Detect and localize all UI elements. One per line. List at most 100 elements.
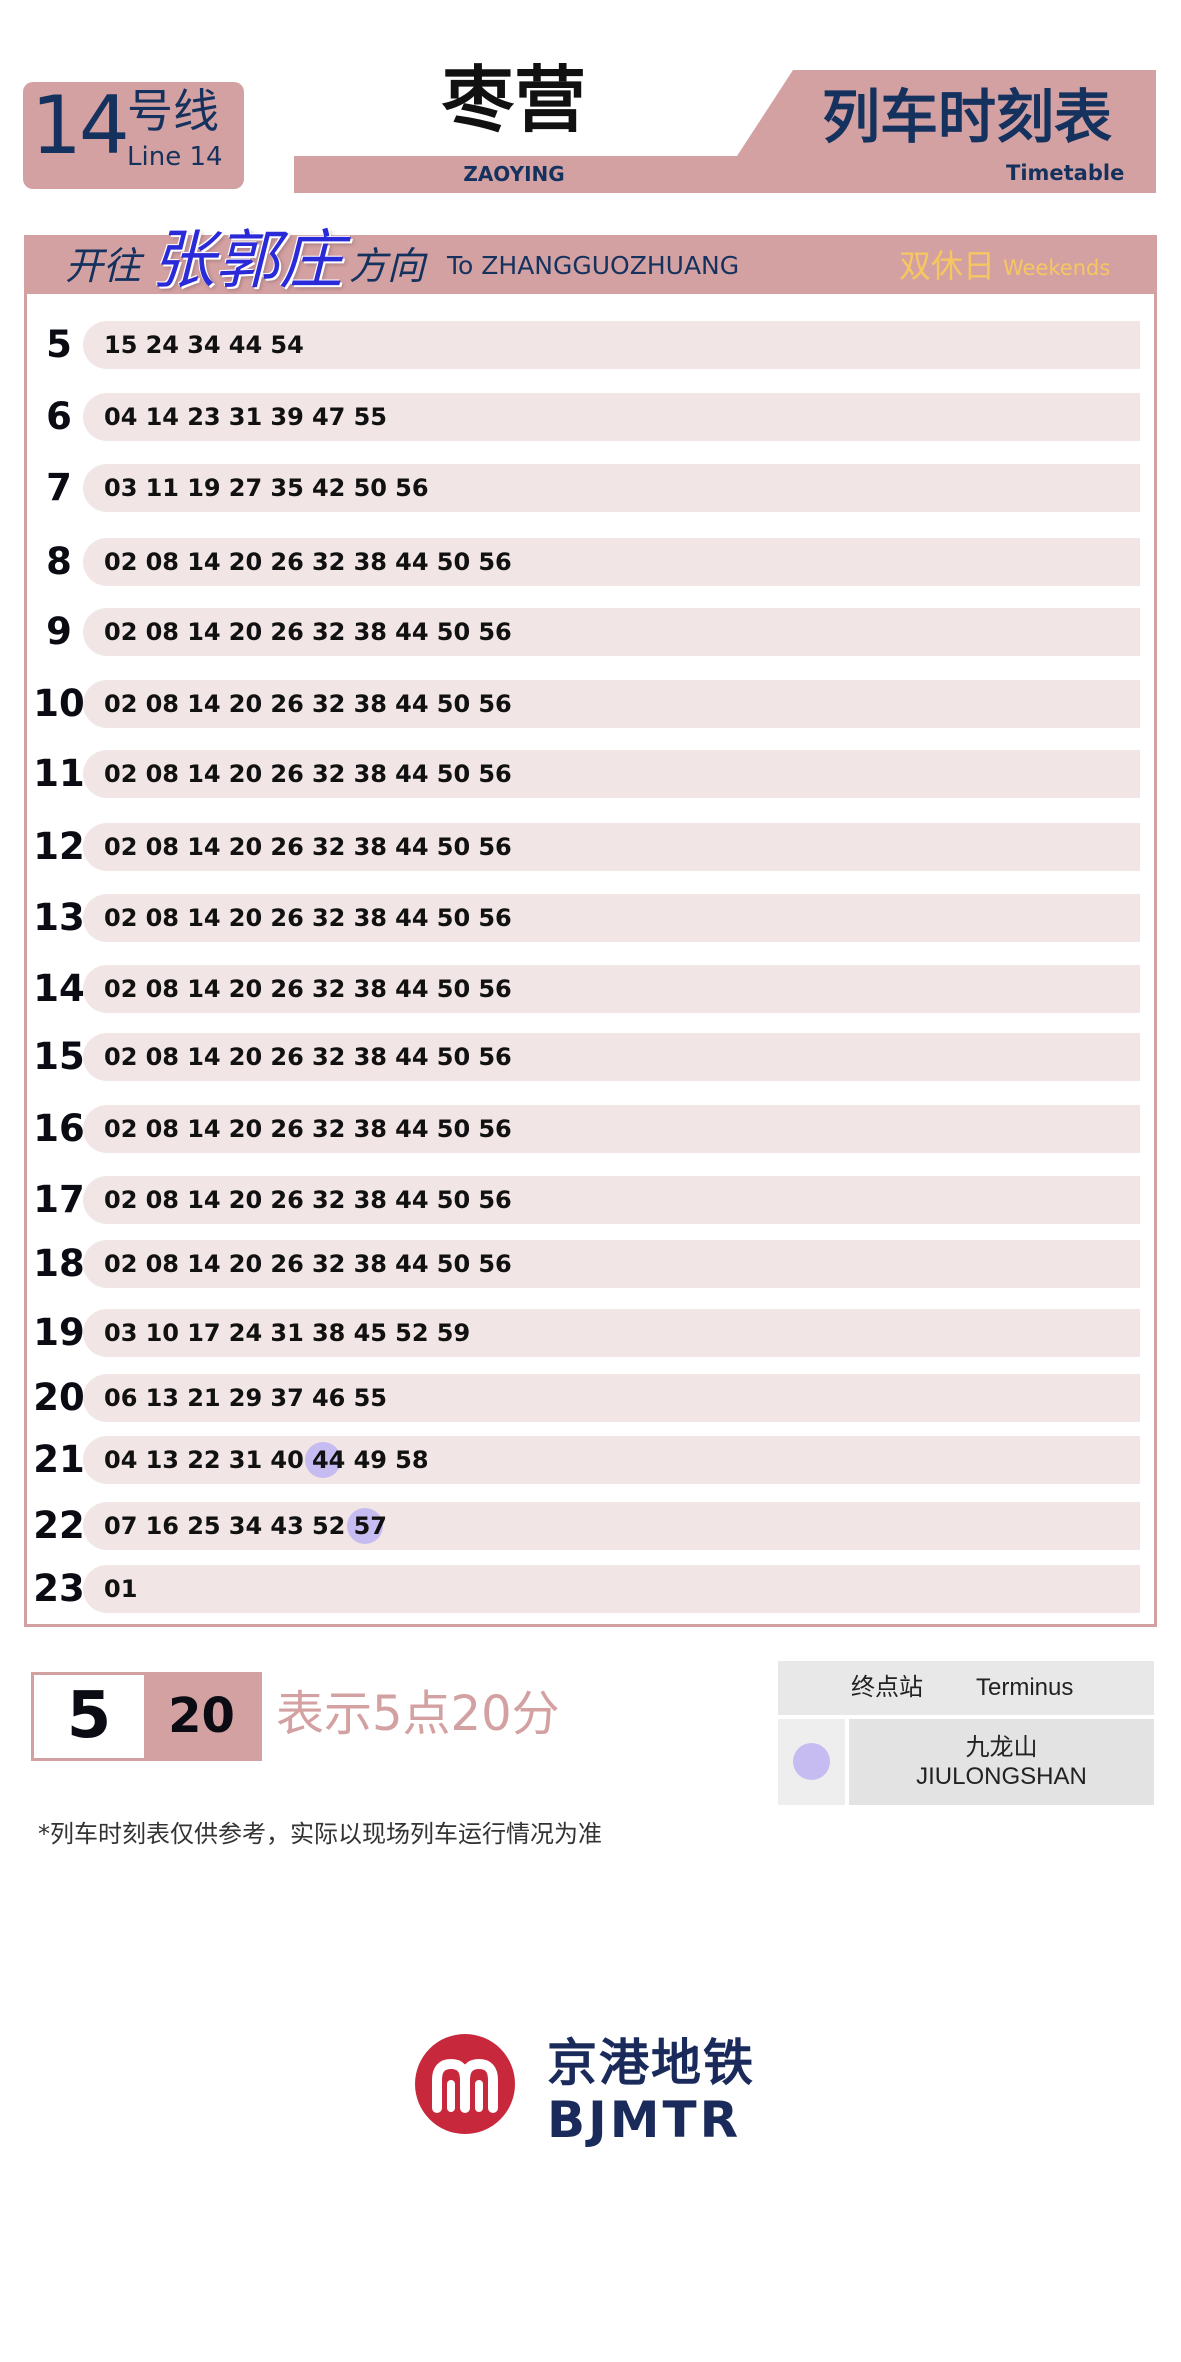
minute-text: 02: [104, 1115, 138, 1143]
departure-minute: 26: [270, 823, 312, 871]
minute-text: 32: [311, 548, 346, 576]
minute-text: 38: [353, 1043, 387, 1071]
hour-label: 10: [33, 682, 85, 725]
timetable-row: 12 02 08 14 20 26 32 38 44 50 56: [27, 823, 1154, 871]
timetable-row: 19 03 10 17 24 31 38 45 52 59: [27, 1309, 1154, 1357]
departure-minute: 02: [104, 1240, 146, 1288]
minute-text: 50: [436, 1186, 471, 1214]
minute-text: 38: [353, 548, 387, 576]
departure-minute: 52: [395, 1309, 437, 1357]
minute-text: 38: [353, 1115, 387, 1143]
timetable-row: 9 02 08 14 20 26 32 38 44 50 56: [27, 608, 1154, 656]
departure-minute: 02: [104, 680, 146, 728]
departure-minute: 38: [354, 750, 396, 798]
line-badge: 14 号线 Line 14: [23, 82, 244, 189]
departure-minute: 54: [270, 321, 312, 369]
departure-minute: 56: [478, 823, 520, 871]
departure-minute: 20: [229, 1176, 271, 1224]
terminus-header-zh: 终点站: [851, 1674, 923, 1701]
departure-minute: 47: [312, 393, 354, 441]
timetable-row: 7 03 11 19 27 35 42 50 56: [27, 464, 1154, 512]
departure-minute: 11: [146, 464, 188, 512]
departure-minute: 34: [229, 1502, 271, 1550]
minute-text: 02: [104, 1043, 138, 1071]
departure-minute: 38: [354, 894, 396, 942]
departure-minute: 01: [104, 1565, 146, 1613]
minute-text: 50: [436, 904, 471, 932]
minute-text: 06: [104, 1384, 138, 1412]
minute-text: 56: [478, 1115, 512, 1143]
minute-text: 20: [228, 690, 263, 718]
hour-label: 23: [33, 1567, 85, 1610]
minute-text: 50: [436, 833, 471, 861]
departure-minute: 44: [395, 1105, 437, 1153]
departure-minute: 38: [354, 1033, 396, 1081]
minute-text: 14: [187, 975, 221, 1003]
departure-minute: 14: [187, 1033, 229, 1081]
departure-minute: 56: [478, 965, 520, 1013]
minute-text: 50: [353, 474, 387, 502]
minute-text: 26: [270, 1250, 304, 1278]
departure-minute: 56: [478, 750, 520, 798]
timetable-row: 14 02 08 14 20 26 32 38 44 50 56: [27, 965, 1154, 1013]
departure-minute: 14: [187, 750, 229, 798]
departure-minute: 21: [187, 1374, 229, 1422]
minute-text: 55: [353, 1384, 387, 1412]
departure-minute: 26: [270, 608, 312, 656]
departure-minute: 38: [312, 1309, 354, 1357]
departure-minute: 31: [229, 1436, 271, 1484]
logo-text-zh: 京港地铁: [547, 2034, 755, 2092]
departure-minute: 08: [146, 965, 188, 1013]
minute-text: 14: [187, 1115, 221, 1143]
departure-minute: 20: [229, 1033, 271, 1081]
minute-text: 59: [436, 1319, 471, 1347]
minute-text: 14: [187, 618, 221, 646]
departure-minute: 31: [229, 393, 271, 441]
minute-text: 13: [145, 1384, 179, 1412]
timetable-row: 5 15 24 34 44 54: [27, 321, 1154, 369]
timetable-panel: 开往 张郭庄 方向 To ZHANGGUOZHUANG 双休日 Weekends…: [24, 226, 1157, 1627]
minute-text: 56: [478, 833, 512, 861]
departure-minute: 02: [104, 894, 146, 942]
departure-minute: 08: [146, 823, 188, 871]
minute-text: 42: [311, 474, 346, 502]
terminus-name-en: JIULONGSHAN: [916, 1763, 1087, 1790]
timetable-row: 18 02 08 14 20 26 32 38 44 50 56: [27, 1240, 1154, 1288]
minute-text: 44: [395, 1250, 429, 1278]
departure-minute: 26: [270, 1033, 312, 1081]
departure-minute: 38: [354, 538, 396, 586]
departure-minute: 44: [395, 1033, 437, 1081]
departure-minute: 32: [312, 1033, 354, 1081]
departure-minute: 08: [146, 680, 188, 728]
minute-text: 32: [311, 833, 346, 861]
departure-minute: 02: [104, 1176, 146, 1224]
departure-minute: 26: [270, 1176, 312, 1224]
departure-minute: 13: [146, 1374, 188, 1422]
departure-minute: 56: [478, 894, 520, 942]
minute-list: 02 08 14 20 26 32 38 44 50 56: [104, 1033, 520, 1081]
timetable-row: 15 02 08 14 20 26 32 38 44 50 56: [27, 1033, 1154, 1081]
departure-minute: 22: [187, 1436, 229, 1484]
hour-label: 16: [33, 1107, 85, 1150]
minute-text: 50: [436, 1250, 471, 1278]
minute-text: 02: [104, 618, 138, 646]
minute-text: 26: [270, 1115, 304, 1143]
minute-list: 02 08 14 20 26 32 38 44 50 56: [104, 965, 520, 1013]
departure-minute: 14: [187, 608, 229, 656]
minute-text: 52: [395, 1319, 429, 1347]
minute-text: 14: [187, 1043, 221, 1071]
minute-list: 02 08 14 20 26 32 38 44 50 56: [104, 1240, 520, 1288]
terminus-marker-icon: [793, 1743, 830, 1780]
minute-list: 04 14 23 31 39 47 55: [104, 393, 395, 441]
minute-text: 32: [311, 1043, 346, 1071]
bjmtr-logo-icon: [415, 2034, 515, 2134]
legend-hour: 5: [34, 1675, 144, 1758]
departure-minute: 20: [229, 894, 271, 942]
terminus-name-cell: 九龙山 JIULONGSHAN: [849, 1719, 1154, 1805]
minute-text: 20: [228, 1186, 263, 1214]
minute-text: 38: [353, 760, 387, 788]
departure-minute: 56: [478, 538, 520, 586]
minute-text: 08: [145, 548, 179, 576]
row-background: [83, 1565, 1140, 1613]
minute-text: 03: [104, 474, 138, 502]
